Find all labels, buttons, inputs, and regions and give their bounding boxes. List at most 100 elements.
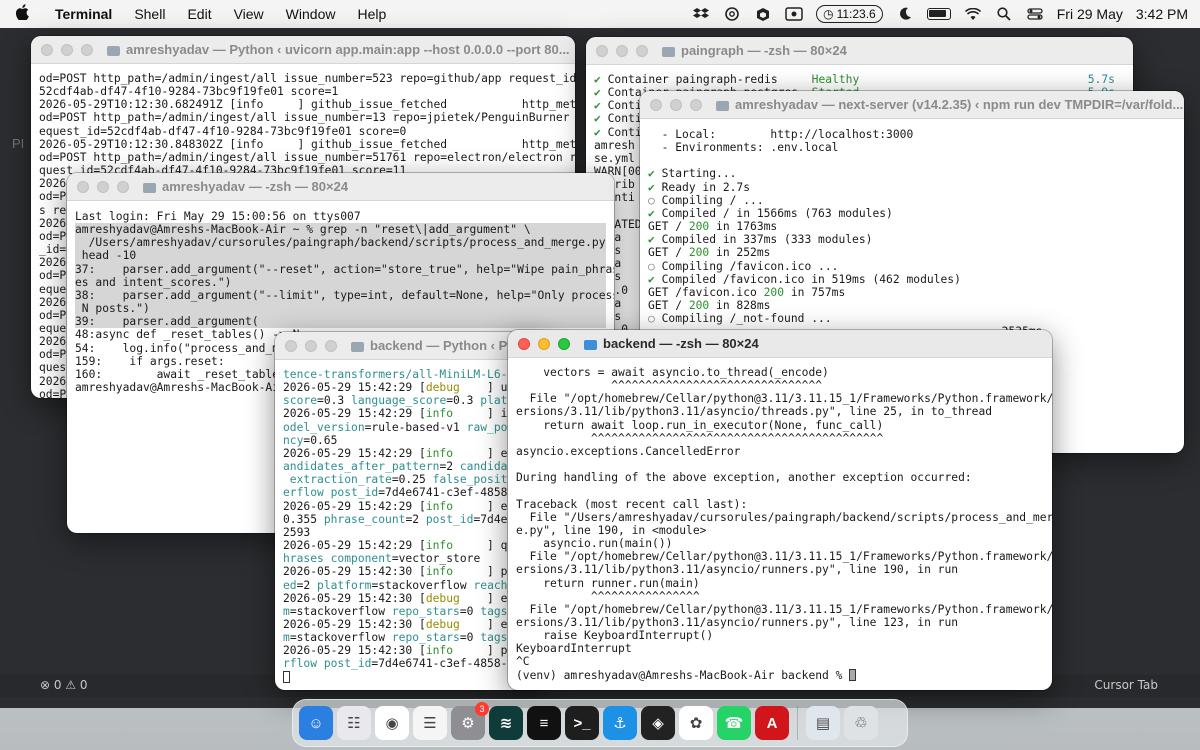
window-titlebar[interactable]: paingraph — -zsh — 80×24 (586, 37, 1133, 65)
log-line: ed=2 platform=stackoverflow reach_ (283, 578, 515, 592)
check-icon: ✔ (648, 233, 655, 247)
box-app-icon[interactable] (754, 6, 772, 22)
minimize-button[interactable] (61, 43, 73, 56)
shell-prompt[interactable]: (venv) amreshyadav@Amreshs-MacBook-Air b… (516, 668, 1044, 682)
menubar-time[interactable]: 3:42 PM (1136, 6, 1188, 22)
timer-pill[interactable]: ◷ 11:23.6 (816, 5, 883, 23)
battery-icon[interactable] (926, 8, 951, 20)
menu-view[interactable]: View (223, 6, 275, 22)
window-title: paingraph — -zsh — 80×24 (681, 43, 847, 58)
log-line: score=0.3 language_score=0.3 platf (283, 394, 515, 408)
acrobat-icon[interactable]: A (755, 706, 789, 740)
check-icon: ✔ (594, 73, 608, 86)
terminal-line: Last login: Fri May 29 15:00:56 on ttys0… (75, 210, 361, 223)
menu-window[interactable]: Window (275, 6, 347, 22)
window-titlebar[interactable]: amreshyadav — next-server (v14.2.35) ‹ n… (640, 91, 1184, 119)
menu-help[interactable]: Help (346, 6, 397, 22)
terminal-line: - Environments: .env.local (648, 141, 839, 155)
terminal-line: od=POST http_path=/admin/ingest/all issu… (39, 150, 575, 164)
window-titlebar[interactable]: backend — Python ‹ Py (275, 332, 545, 360)
folder-icon (716, 100, 729, 111)
minimize-button[interactable] (538, 337, 550, 350)
terminal-output[interactable]: tence-transformers/all-MiniLM-L6-v 2026-0… (275, 360, 545, 690)
terminal-line: /Users/amreshyadav/cursorules/paingraph/… (75, 236, 614, 250)
zoom-button[interactable] (81, 43, 93, 56)
timer-value: 11:23.6 (836, 7, 876, 21)
focus-moon-icon[interactable] (896, 6, 914, 22)
zoom-button[interactable] (636, 44, 648, 57)
window-titlebar[interactable]: backend — -zsh — 80×24 (508, 330, 1052, 358)
zoom-button[interactable] (117, 180, 129, 193)
spotlight-search-icon[interactable] (995, 6, 1013, 22)
reminders-icon[interactable]: ☰ (413, 706, 447, 740)
apple-menu-icon[interactable] (0, 4, 44, 24)
window-titlebar[interactable]: amreshyadav — Python ‹ uvicorn app.main:… (31, 36, 575, 64)
terminal-window-backend-python[interactable]: backend — Python ‹ Py tence-transformers… (275, 332, 545, 690)
trash-icon[interactable]: ♲ (844, 706, 878, 740)
wifi-icon[interactable] (964, 6, 982, 22)
terminal-line: ✔ Ready in 2.7s (648, 180, 751, 194)
terminal-line: ^^^^^^^^^^^^^^^^ (516, 589, 700, 603)
minimize-button[interactable] (97, 180, 109, 193)
close-button[interactable] (518, 337, 530, 350)
finder-icon[interactable]: ☺ (299, 706, 333, 740)
minimize-button[interactable] (305, 339, 317, 352)
terminal-output[interactable]: vectors = await asyncio.to_thread(_encod… (508, 358, 1052, 690)
zoom-button[interactable] (690, 98, 702, 111)
menu-app-name[interactable]: Terminal (44, 6, 123, 22)
close-button[interactable] (285, 339, 297, 352)
terminal-line: 2026-05-29T10:12:30.682491Z [info ] gith… (39, 98, 575, 112)
log-line: rflow post_id=7d4e6741-c3ef-4858-9 (283, 657, 515, 671)
terminal-line: return runner.run(main) (516, 576, 700, 590)
desktop-preview-icon[interactable]: ▤ (806, 706, 840, 740)
menubar-date[interactable]: Fri 29 May (1057, 6, 1123, 22)
close-button[interactable] (41, 43, 53, 56)
log-line: 0.355 phrase_count=2 post_id=7d4e6 (283, 512, 515, 526)
terminal-line: ✔ Compiled /favicon.ico in 519ms (462 mo… (648, 272, 961, 286)
terminal-icon[interactable]: >_ (565, 706, 599, 740)
terminal-line: amreshyadav@Amreshs-MacBook-Air ~ % grep… (75, 223, 606, 237)
terminal-line: ○ Compiling /favicon.ico ... (648, 259, 839, 273)
window-titlebar[interactable]: amreshyadav — -zsh — 80×24 (67, 173, 614, 201)
window-title: amreshyadav — -zsh — 80×24 (162, 179, 349, 194)
terminal-cursor (849, 668, 857, 681)
close-button[interactable] (77, 180, 89, 193)
window-title: amreshyadav — Python ‹ uvicorn app.main:… (126, 42, 570, 57)
chatgpt-icon[interactable]: ✿ (679, 706, 713, 740)
terminal-line: During handling of the above exception, … (516, 471, 972, 485)
check-icon: ✔ (594, 99, 608, 113)
container-status-row: ✔ Container paingraph-redis Healthy 5.7s (594, 73, 1125, 86)
problems-counter[interactable]: ⊗ 0 ⚠ 0 (40, 678, 88, 692)
zoom-button[interactable] (325, 339, 337, 352)
menu-shell[interactable]: Shell (123, 6, 176, 22)
minimize-button[interactable] (616, 44, 628, 57)
close-button[interactable] (650, 98, 662, 111)
terminal-window-backend-zsh[interactable]: backend — -zsh — 80×24 vectors = await a… (508, 330, 1052, 690)
cursor-tab-status[interactable]: Cursor Tab (1094, 678, 1158, 692)
close-button[interactable] (596, 44, 608, 57)
log-line: andidates_after_pattern=2 candidat (283, 460, 515, 474)
terminal-line: return await loop.run_in_executor(None, … (516, 418, 884, 432)
terminal-line: ersions/3.11/lib/python3.11/asyncio/thre… (516, 405, 993, 419)
system-settings-icon[interactable]: ⚙ 3 (451, 702, 489, 740)
screen-record-icon[interactable] (785, 6, 803, 22)
windsurf-icon[interactable]: ≋ (489, 706, 523, 740)
chatgpt-menu-icon[interactable] (723, 6, 741, 22)
spotify-icon[interactable]: ≡ (527, 706, 561, 740)
http-status-code: 200 (763, 285, 785, 299)
launchpad-icon[interactable]: ☷ (337, 706, 371, 740)
chrome-icon[interactable]: ◉ (375, 706, 409, 740)
terminal-line: ^^^^^^^^^^^^^^^^^^^^^^^^^^^^^^^^^^^^^^^^… (516, 431, 884, 445)
menu-edit[interactable]: Edit (176, 6, 222, 22)
zoom-button[interactable] (558, 337, 570, 350)
cursor-icon[interactable]: ◈ (641, 706, 675, 740)
menu-bar: Terminal Shell Edit View Window Help ◷ 1… (0, 0, 1200, 28)
folder-icon (584, 339, 597, 350)
minimize-button[interactable] (670, 98, 682, 111)
dropbox-icon[interactable] (692, 6, 710, 22)
docker-icon[interactable]: ⚓ (603, 706, 637, 740)
control-center-icon[interactable] (1026, 6, 1044, 22)
whatsapp-icon[interactable]: ☎ (717, 706, 751, 740)
terminal-line: GET / 200 in 252ms (648, 246, 771, 260)
